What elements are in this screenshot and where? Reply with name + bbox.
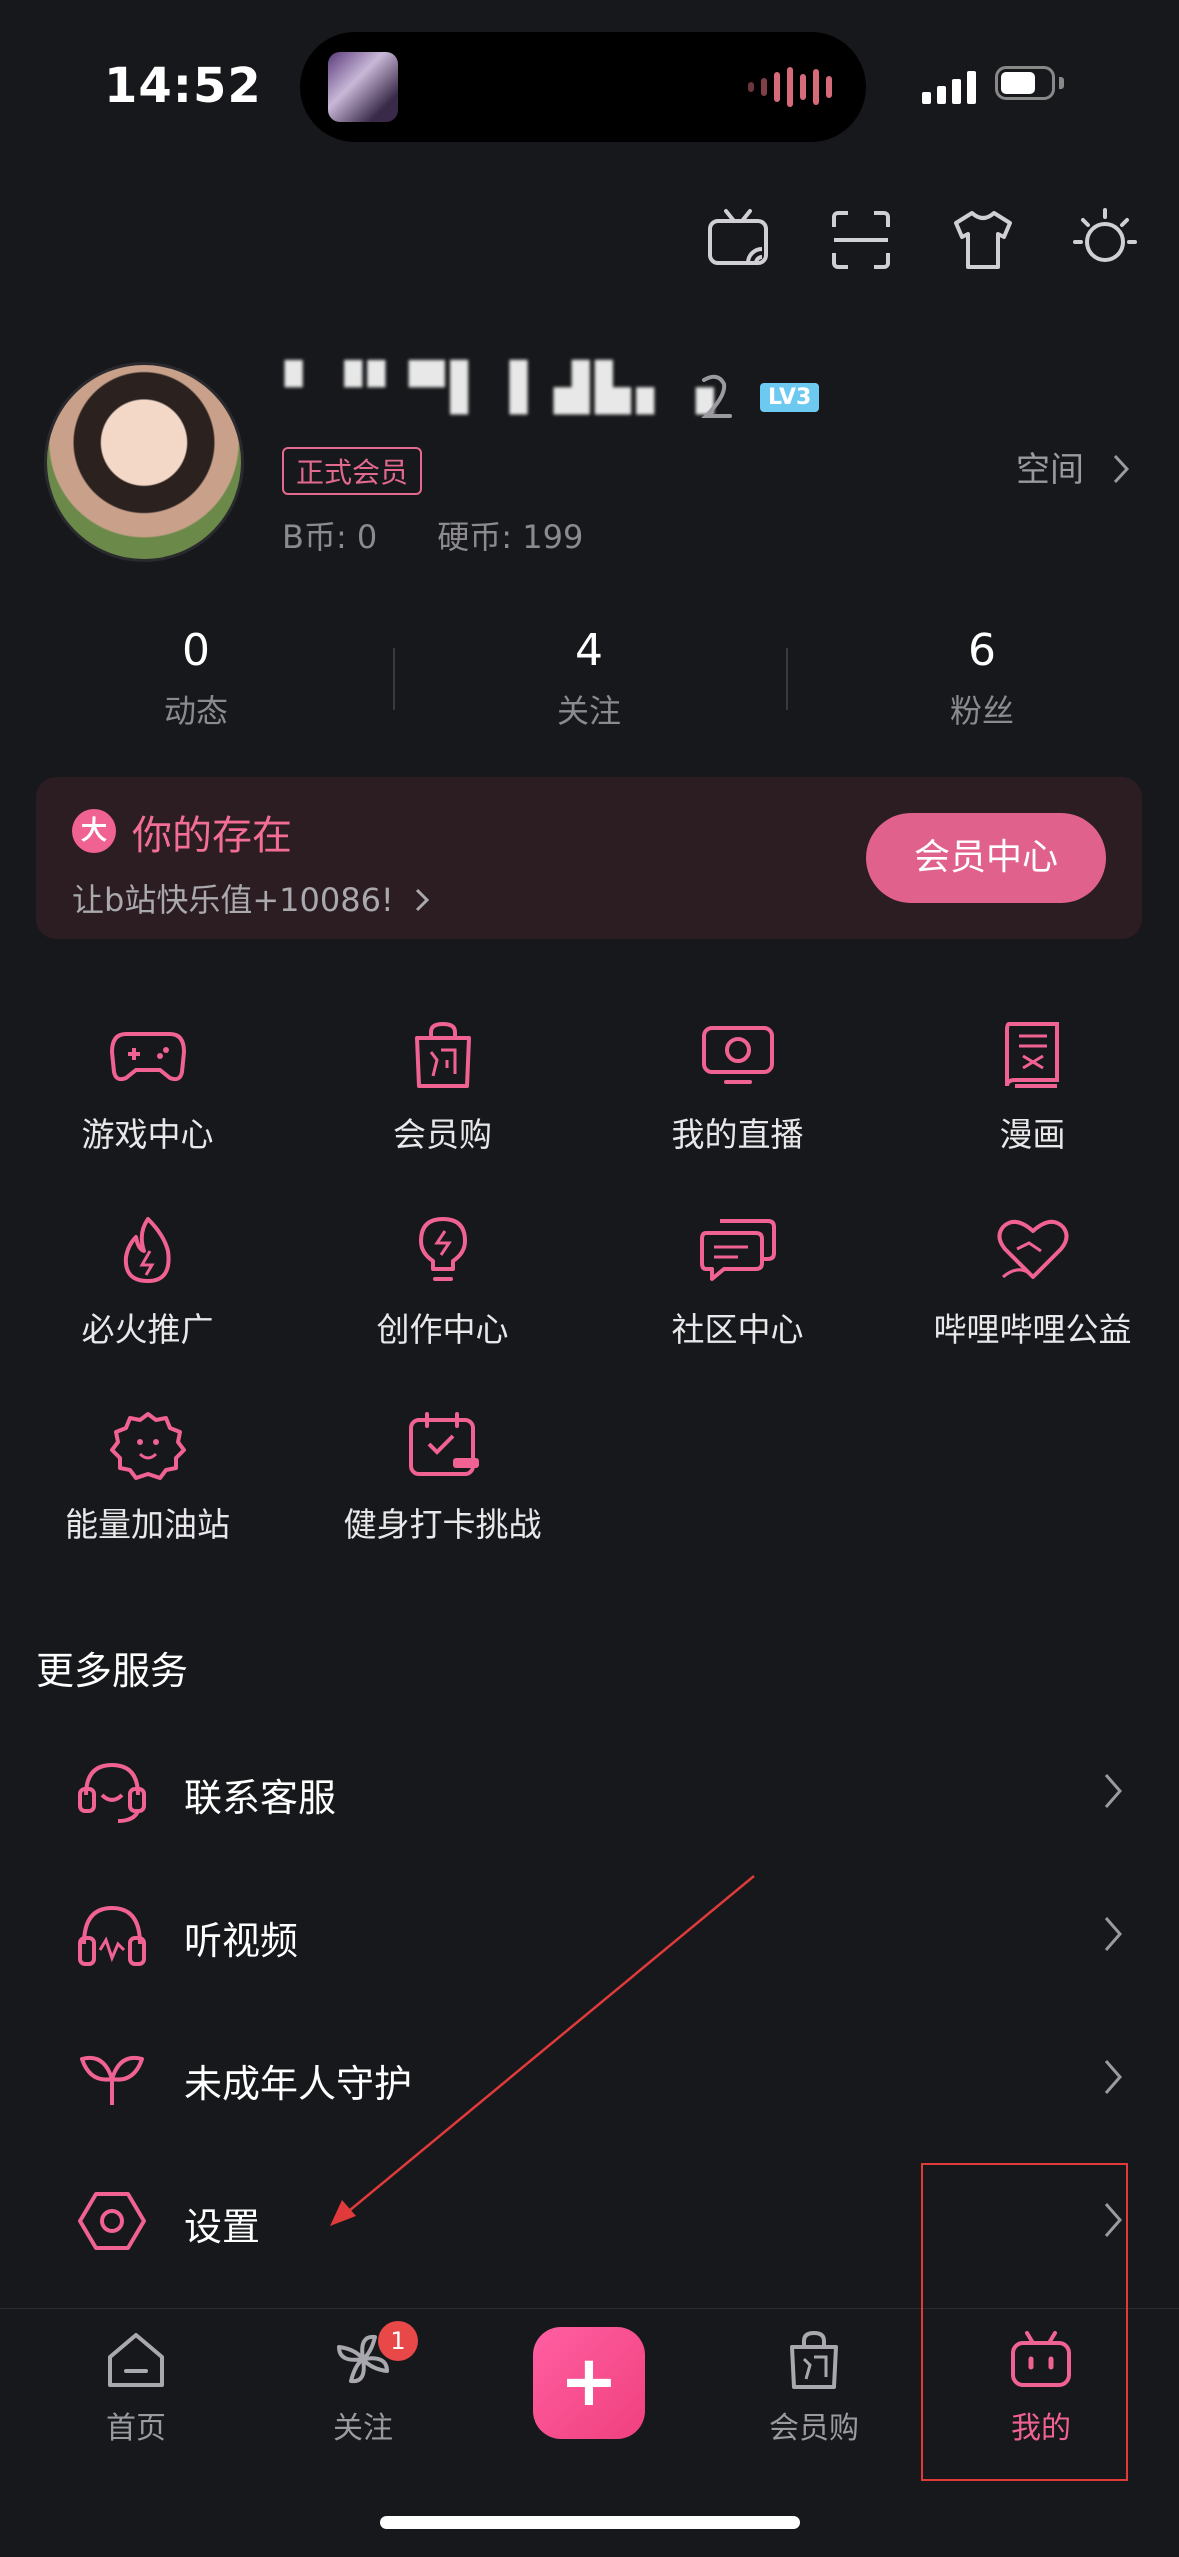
annotation-highlight-box xyxy=(921,2163,1128,2481)
stat-label: 动态 xyxy=(163,692,228,730)
avatar[interactable] xyxy=(44,362,244,562)
coin-info: B币: 0 硬币: 199 xyxy=(282,512,643,558)
cast-screen-icon[interactable] xyxy=(704,205,774,275)
level-badge: LV3 xyxy=(760,383,820,412)
service-label: 联系客服 xyxy=(184,1776,337,1820)
grid-item-label: 必火推广 xyxy=(81,1310,214,1349)
grid-item-my-live[interactable]: 我的直播 xyxy=(590,1020,885,1156)
grid-item-promotion[interactable]: 必火推广 xyxy=(0,1215,295,1351)
tab-home[interactable]: 首页 xyxy=(56,2329,216,2447)
grid-item-label: 创作中心 xyxy=(376,1310,509,1349)
grid-item-community[interactable]: 社区中心 xyxy=(590,1215,885,1351)
cellular-signal-icon xyxy=(922,70,976,104)
battery-icon xyxy=(995,66,1055,100)
chevron-right-icon xyxy=(1104,1917,1122,1951)
flame-icon xyxy=(123,1217,171,1283)
dynamic-island[interactable] xyxy=(300,32,866,142)
more-services-title: 更多服务 xyxy=(36,1649,189,1693)
headphones-icon xyxy=(78,1905,146,1966)
tab-label: 会员购 xyxy=(769,2411,859,2446)
grid-item-game-center[interactable]: 游戏中心 xyxy=(0,1020,295,1156)
home-indicator xyxy=(380,2516,800,2529)
service-label: 未成年人守护 xyxy=(184,2062,413,2106)
now-playing-thumbnail xyxy=(328,52,398,122)
vip-badge-icon: 大 xyxy=(72,809,116,853)
calendar-fitness-icon xyxy=(408,1412,479,1476)
settings-hexagon-icon xyxy=(78,2192,146,2250)
grid-item-member-shop[interactable]: 会员购 xyxy=(295,1020,590,1156)
grid-item-comics[interactable]: 漫画 xyxy=(885,1020,1179,1156)
stat-label: 粉丝 xyxy=(949,692,1014,730)
night-mode-icon[interactable] xyxy=(1070,205,1140,275)
grid-item-label: 漫画 xyxy=(999,1115,1066,1154)
stat-following[interactable]: 4 关注 xyxy=(489,625,689,732)
stat-value: 4 xyxy=(575,625,603,676)
service-row-listen-video[interactable]: 听视频 xyxy=(0,1870,1179,2000)
stat-label: 关注 xyxy=(556,692,621,730)
chat-bubbles-icon xyxy=(699,1219,776,1281)
gender-symbol-icon xyxy=(701,374,732,418)
service-row-customer-service[interactable]: 联系客服 xyxy=(0,1727,1179,1857)
tshirt-icon[interactable] xyxy=(948,205,1018,275)
chevron-right-icon xyxy=(415,888,430,912)
tab-following[interactable]: 关注 xyxy=(283,2329,443,2447)
username: ▘▝▘▀▌▐ ▟▙▖▗ xyxy=(285,360,720,414)
stat-dynamics[interactable]: 0 动态 xyxy=(96,625,296,732)
grid-item-label: 社区中心 xyxy=(671,1310,804,1349)
tab-label: 关注 xyxy=(333,2411,393,2446)
service-row-minor-protection[interactable]: 未成年人守护 xyxy=(0,2013,1179,2143)
shopping-bag-icon xyxy=(414,1021,471,1088)
grid-item-label: 能量加油站 xyxy=(65,1505,230,1544)
stat-followers[interactable]: 6 粉丝 xyxy=(882,625,1082,732)
comic-book-icon xyxy=(1004,1022,1059,1088)
grid-item-label: 会员购 xyxy=(393,1115,492,1154)
grid-item-energy-station[interactable]: 能量加油站 xyxy=(0,1410,295,1546)
grid-item-label: 哔哩哔哩公益 xyxy=(933,1310,1132,1349)
chevron-right-icon xyxy=(1104,2060,1122,2094)
stat-value: 6 xyxy=(968,625,996,676)
audio-wave-icon xyxy=(748,66,832,108)
headset-icon xyxy=(78,1762,146,1823)
lightbulb-icon xyxy=(418,1217,467,1281)
gamepad-icon xyxy=(109,1032,186,1082)
shopping-bag-icon xyxy=(790,2330,838,2389)
grid-item-label: 健身打卡挑战 xyxy=(343,1505,542,1544)
stat-value: 0 xyxy=(182,625,210,676)
b-coin-count: B币: 0 xyxy=(282,518,378,556)
hard-coin-count: 硬币: 199 xyxy=(437,518,584,556)
service-label: 设置 xyxy=(184,2205,261,2249)
service-label: 听视频 xyxy=(184,1919,299,1963)
grid-item-label: 游戏中心 xyxy=(81,1115,214,1154)
space-link[interactable]: 空间 xyxy=(1016,442,1133,491)
vip-title: 你的存在 xyxy=(132,813,292,859)
battery-tip xyxy=(1059,77,1064,89)
tab-member-shop[interactable]: 会员购 xyxy=(734,2329,894,2447)
scan-icon[interactable] xyxy=(826,205,896,275)
stat-divider xyxy=(786,648,788,710)
grid-item-charity[interactable]: 哔哩哔哩公益 xyxy=(885,1215,1179,1351)
sprout-icon xyxy=(80,2056,144,2105)
member-tag: 正式会员 xyxy=(282,447,423,495)
space-link-label: 空间 xyxy=(1016,450,1084,490)
status-time: 14:52 xyxy=(104,58,262,114)
grid-item-label: 我的直播 xyxy=(671,1115,804,1154)
stat-divider xyxy=(393,648,395,710)
grid-item-creator-center[interactable]: 创作中心 xyxy=(295,1215,590,1351)
home-icon xyxy=(108,2333,164,2387)
chevron-right-icon xyxy=(1104,1774,1122,1808)
publish-button[interactable]: + xyxy=(533,2327,645,2439)
live-tv-icon xyxy=(701,1026,774,1084)
member-center-button[interactable]: 会员中心 xyxy=(866,813,1106,903)
vip-banner[interactable]: 大 你的存在 让b站快乐值+10086! 会员中心 xyxy=(36,777,1142,939)
vip-subtitle-text: 让b站快乐值+10086! xyxy=(72,881,394,919)
tab-label: 首页 xyxy=(106,2411,166,2446)
chevron-right-icon xyxy=(1113,454,1129,484)
heart-icon xyxy=(997,1219,1068,1279)
grid-item-fitness-challenge[interactable]: 健身打卡挑战 xyxy=(295,1410,590,1546)
mascot-icon xyxy=(109,1412,186,1480)
notification-badge: 1 xyxy=(378,2321,418,2361)
vip-subtitle[interactable]: 让b站快乐值+10086! xyxy=(72,875,432,921)
